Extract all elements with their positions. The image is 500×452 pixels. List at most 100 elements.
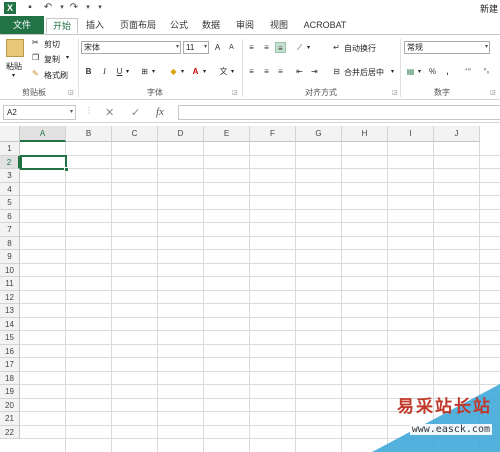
tab-file[interactable]: 文件 [0,16,44,34]
row-header[interactable]: 14 [0,317,20,331]
column-header[interactable]: J [434,126,480,142]
row-header[interactable]: 22 [0,425,20,439]
column-header[interactable]: G [296,126,342,142]
select-all-corner[interactable] [0,126,20,142]
italic-button[interactable]: I [99,66,110,77]
phonetic-icon[interactable]: 文 [218,66,229,77]
paste-button[interactable]: 粘贴 [6,61,22,72]
row-header[interactable]: 19 [0,385,20,399]
column-header[interactable]: F [250,126,296,142]
orientation-dropdown-icon[interactable]: ▾ [307,44,310,51]
tab-insert[interactable]: 插入 [82,18,108,34]
column-header[interactable]: B [66,126,112,142]
column-header[interactable]: I [388,126,434,142]
alignment-launcher-icon[interactable]: ◲ [392,89,398,96]
row-header[interactable]: 21 [0,412,20,426]
row-header[interactable]: 15 [0,331,20,345]
tab-data[interactable]: 数据 [198,18,224,34]
row-header[interactable]: 5 [0,196,20,210]
row-header[interactable]: 3 [0,169,20,183]
decrease-indent-icon[interactable]: ⇤ [294,66,305,77]
grow-font-button[interactable]: A [212,42,223,53]
new-document-label[interactable]: 新建 [480,2,498,15]
row-header[interactable]: 13 [0,304,20,318]
selected-cell[interactable] [20,155,69,172]
tab-view[interactable]: 视图 [266,18,292,34]
fill-color-icon[interactable]: ◆ [168,66,179,77]
undo-dropdown-icon[interactable]: ▾ [56,2,68,14]
row-header[interactable]: 10 [0,263,20,277]
insert-function-button[interactable]: fx [156,106,164,118]
decrease-decimal-icon[interactable]: ⁰₀ [481,66,492,77]
copy-dropdown-icon[interactable]: ▾ [66,54,69,61]
row-header[interactable]: 6 [0,209,20,223]
row-header[interactable]: 8 [0,236,20,250]
font-color-dropdown-icon[interactable]: ▾ [203,68,206,75]
merge-dropdown-icon[interactable]: ▾ [391,68,394,75]
percent-style-button[interactable]: % [427,66,438,77]
paste-icon[interactable] [6,39,24,57]
cancel-icon[interactable]: ✕ [105,106,114,119]
formula-bar-grip-icon[interactable]: ⋮ [85,106,93,115]
column-header[interactable]: A [20,126,66,142]
row-header[interactable]: 7 [0,223,20,237]
orientation-icon[interactable]: ⟋ [294,42,305,53]
formula-input[interactable] [178,105,500,120]
row-header[interactable]: 17 [0,358,20,372]
accounting-dropdown-icon[interactable]: ▾ [418,68,421,75]
cut-button[interactable]: 剪切 [44,39,60,50]
tab-acrobat[interactable]: ACROBAT [302,18,348,34]
bold-button[interactable]: B [83,66,94,77]
number-launcher-icon[interactable]: ◲ [490,89,496,96]
borders-icon[interactable]: ⊞ [139,66,150,77]
merge-center-button[interactable]: 合并后居中 [344,67,384,78]
customize-quick-access-icon[interactable]: ▾ [94,2,106,14]
font-name-select[interactable]: 宋体 ▾ [81,41,181,54]
underline-button[interactable]: U [114,66,125,77]
copy-icon[interactable]: ❐ [32,53,39,62]
tab-review[interactable]: 审阅 [232,18,258,34]
number-format-select[interactable]: 常规 ▾ [404,41,490,54]
borders-dropdown-icon[interactable]: ▾ [152,68,155,75]
align-right-icon[interactable]: ≡ [275,66,286,77]
fill-color-dropdown-icon[interactable]: ▾ [181,68,184,75]
font-size-select[interactable]: 11 ▾ [183,41,209,54]
row-header[interactable]: 11 [0,277,20,291]
align-center-icon[interactable]: ≡ [261,66,272,77]
align-left-icon[interactable]: ≡ [246,66,257,77]
column-header[interactable]: D [158,126,204,142]
row-header[interactable]: 2 [0,155,20,169]
undo-icon[interactable]: ↶ [42,2,54,14]
comma-style-button[interactable]: , [442,66,453,77]
row-header[interactable]: 20 [0,398,20,412]
column-header[interactable]: E [204,126,250,142]
cut-icon[interactable]: ✂ [32,38,39,47]
paste-dropdown-icon[interactable]: ▾ [12,72,15,79]
tab-formulas[interactable]: 公式 [166,18,192,34]
row-header[interactable]: 1 [0,142,20,156]
underline-dropdown-icon[interactable]: ▾ [126,68,129,75]
enter-icon[interactable]: ✓ [131,106,140,119]
row-header[interactable]: 12 [0,290,20,304]
phonetic-dropdown-icon[interactable]: ▾ [231,68,234,75]
tab-home[interactable]: 开始 [46,18,78,34]
font-color-icon[interactable]: A [190,66,201,77]
row-header[interactable]: 18 [0,371,20,385]
clipboard-launcher-icon[interactable]: ◲ [68,89,74,96]
fill-handle[interactable] [64,167,69,172]
row-header[interactable]: 9 [0,250,20,264]
save-icon[interactable]: ▪ [24,2,36,14]
wrap-text-icon[interactable]: ↵ [331,42,342,53]
redo-icon[interactable]: ↷ [68,2,80,14]
row-header[interactable]: 16 [0,344,20,358]
format-painter-button[interactable]: 格式刷 [44,70,68,81]
font-launcher-icon[interactable]: ◲ [232,89,238,96]
copy-button[interactable]: 复制 [44,54,60,65]
redo-dropdown-icon[interactable]: ▾ [82,2,94,14]
tab-page-layout[interactable]: 页面布局 [114,18,162,34]
wrap-text-button[interactable]: 自动换行 [344,43,376,54]
name-box[interactable]: A2 ▾ [3,105,76,120]
merge-center-icon[interactable]: ⊟ [331,66,342,77]
align-top-icon[interactable]: ≡ [246,42,257,53]
increase-decimal-icon[interactable]: ⁺⁰ [462,66,473,77]
